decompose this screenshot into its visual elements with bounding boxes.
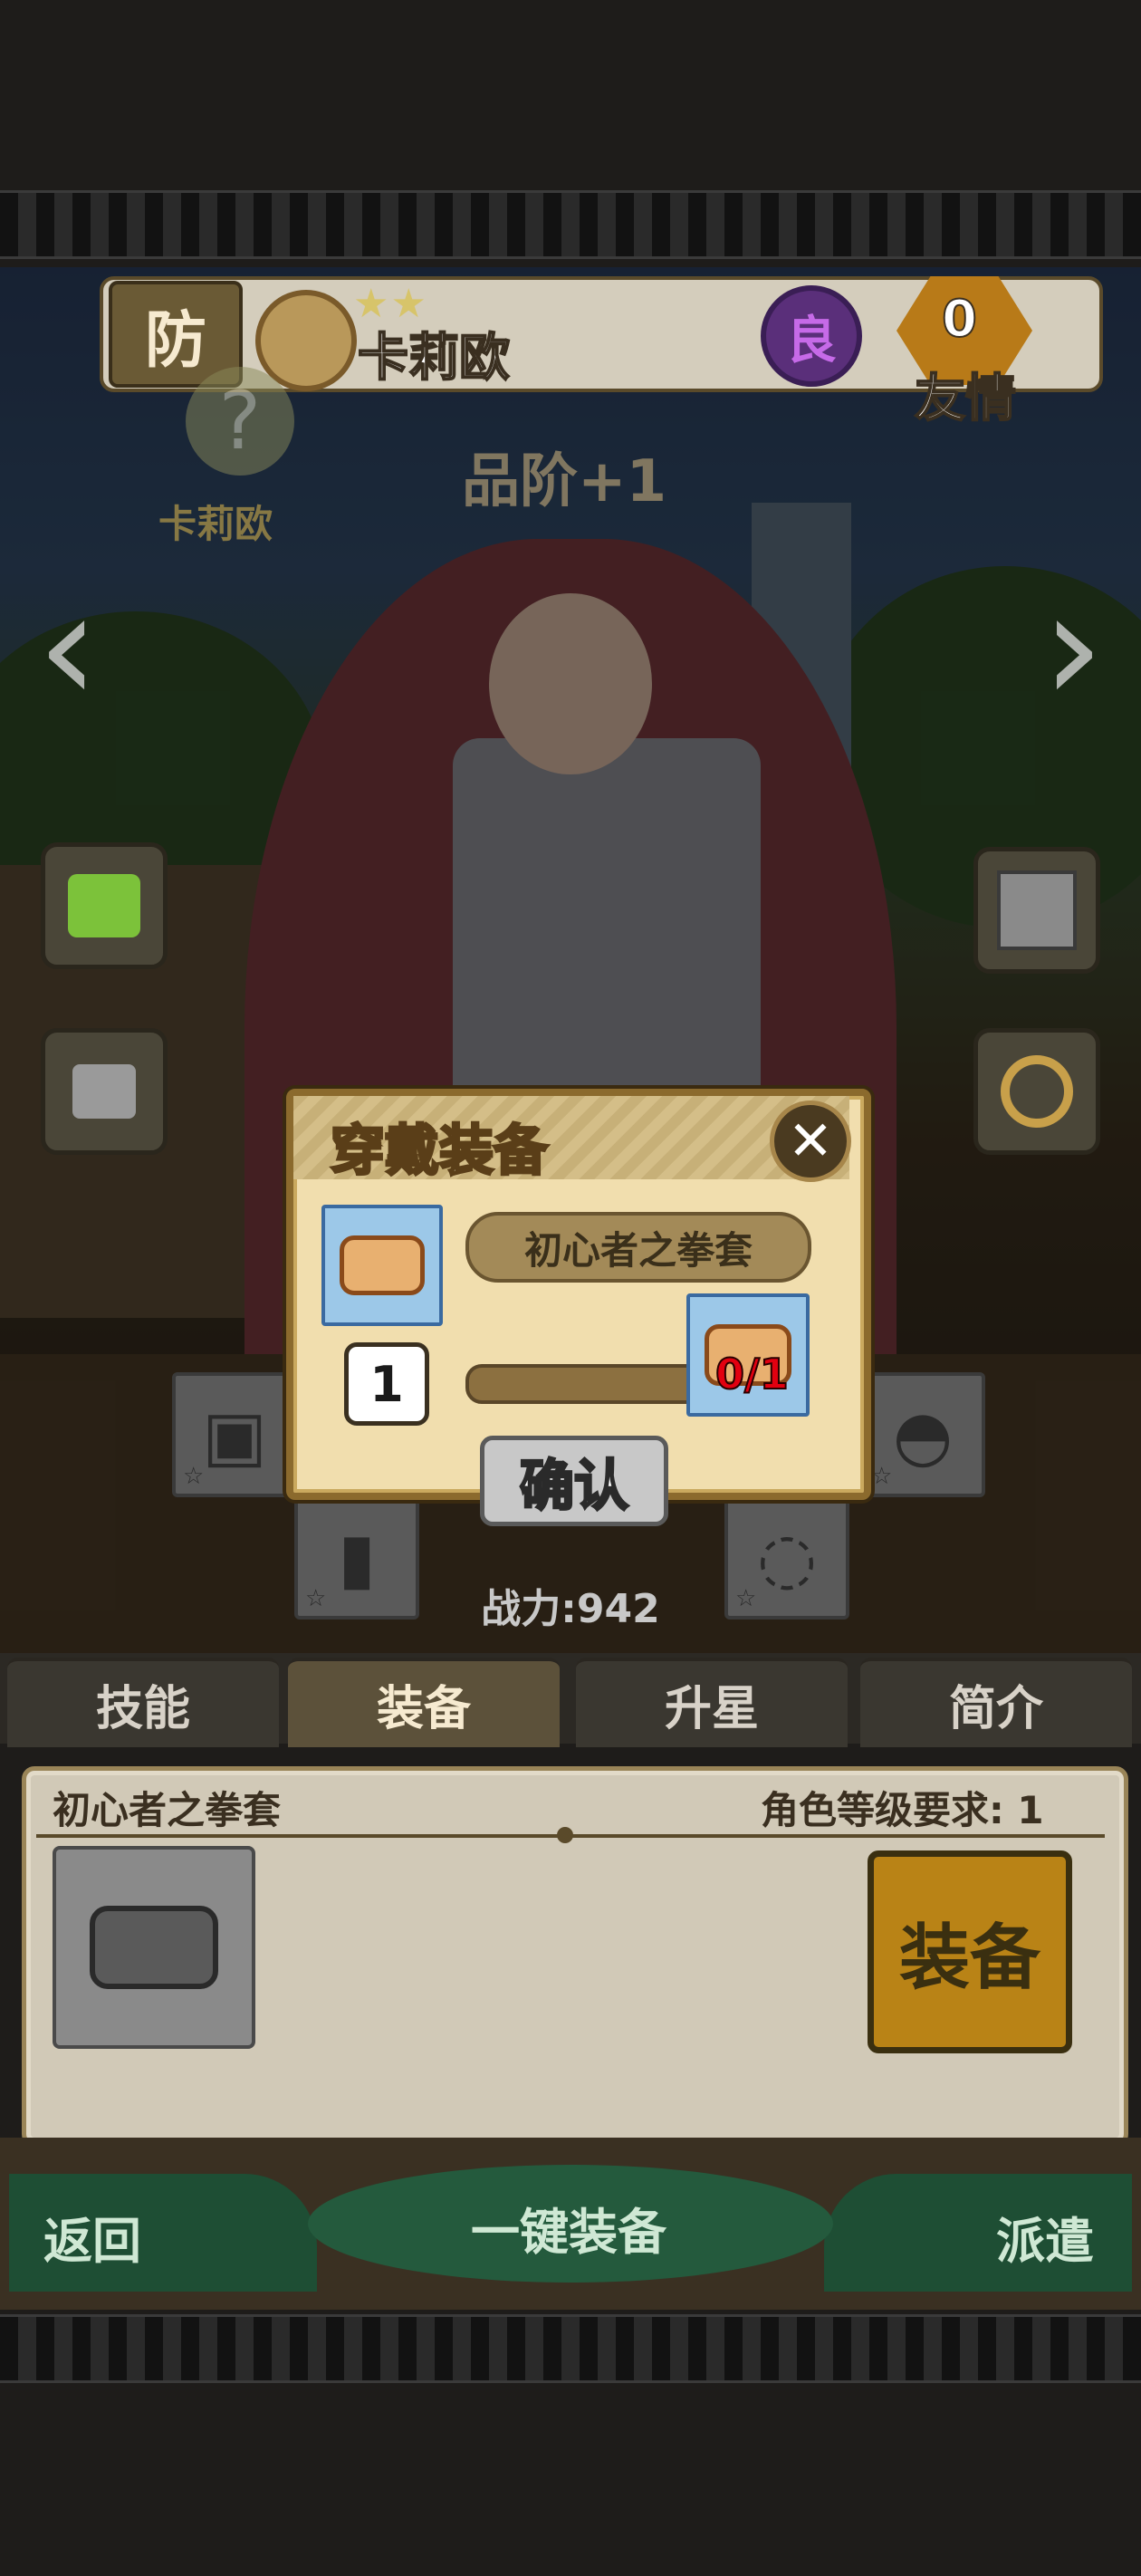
slot-star-icon: ☆ (871, 1463, 893, 1490)
boots-icon: ▮ (338, 1516, 376, 1598)
equip-button[interactable]: 装备 (868, 1850, 1072, 2053)
panel-item-name: 初心者之拳套 (53, 1788, 282, 1832)
lock-button[interactable] (41, 1028, 168, 1155)
bottom-decor-band (0, 2314, 1141, 2383)
gift-button[interactable] (973, 847, 1100, 974)
close-icon[interactable]: ✕ (770, 1101, 851, 1182)
modal-title: 穿戴装备 (330, 1119, 550, 1185)
quality-label: 品阶+1 (462, 448, 667, 515)
unknown-character-icon: ? (186, 367, 294, 476)
tab-star-up[interactable]: 升星 (576, 1658, 848, 1747)
one-click-equip-button[interactable]: 一键装备 (471, 2192, 666, 2264)
rarity-badge: 良 (761, 285, 862, 387)
level-requirement: 角色等级要求: 1 (761, 1788, 1044, 1832)
top-decor-band (0, 190, 1141, 259)
tab-equipment[interactable]: 装备 (288, 1658, 560, 1747)
helmet-slot[interactable]: ◓ ☆ (860, 1372, 985, 1497)
magnifier-icon (1001, 1055, 1073, 1128)
search-button[interactable] (973, 1028, 1100, 1155)
knuckles-icon (90, 1906, 218, 1989)
lock-icon (72, 1064, 136, 1119)
tab-skills[interactable]: 技能 (7, 1658, 279, 1747)
back-button[interactable]: 返回 (43, 2201, 141, 2273)
potion-button[interactable] (41, 842, 168, 969)
accessory-icon: ◌ (756, 1516, 818, 1598)
ghost-character-name: 卡莉欧 (158, 502, 273, 546)
tab-profile[interactable]: 简介 (860, 1658, 1132, 1747)
gift-icon (997, 870, 1077, 950)
item-icon (321, 1205, 443, 1326)
combat-power: 战力:942 (481, 1586, 660, 1632)
knuckles-icon (340, 1235, 425, 1295)
modal-item-name: 初心者之拳套 (465, 1212, 811, 1283)
dispatch-button[interactable]: 派遣 (996, 2201, 1094, 2273)
helmet-icon: ◓ (892, 1394, 954, 1475)
prev-character-arrow[interactable]: ‹ (23, 571, 113, 725)
friendship-label: 友情 (914, 369, 1017, 429)
material-ratio: 0/1 (714, 1349, 790, 1399)
item-preview-slot[interactable] (53, 1846, 255, 2049)
potion-icon (68, 874, 140, 937)
friendship-count: 0 (941, 289, 978, 350)
character-name: 卡莉欧 (357, 328, 511, 389)
confirm-button[interactable]: 确认 (480, 1436, 668, 1526)
panel-divider-dot (557, 1827, 573, 1843)
armor-icon: ▣ (202, 1394, 267, 1475)
next-character-arrow[interactable]: › (1028, 571, 1118, 725)
slot-star-icon: ☆ (735, 1585, 757, 1612)
required-count: 1 (344, 1342, 429, 1426)
slot-star-icon: ☆ (305, 1585, 327, 1612)
boots-slot[interactable]: ▮ ☆ (294, 1495, 419, 1620)
armor-slot[interactable]: ▣ ☆ (172, 1372, 297, 1497)
slot-star-icon: ☆ (183, 1463, 205, 1490)
accessory-slot[interactable]: ◌ ☆ (724, 1495, 849, 1620)
